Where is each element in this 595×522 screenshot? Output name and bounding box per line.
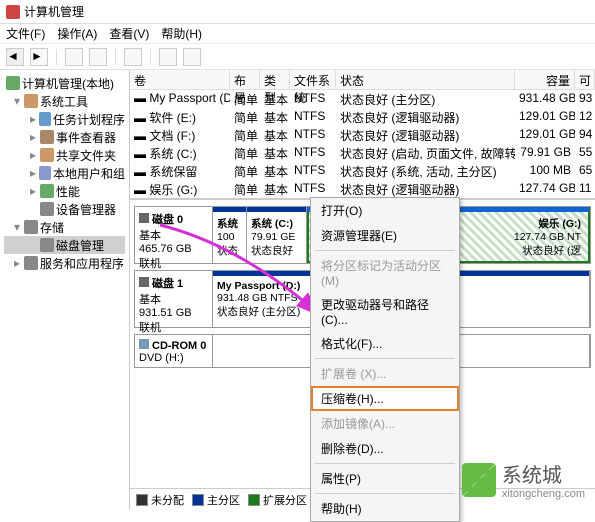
tree-event-viewer[interactable]: ▸事件查看器 xyxy=(4,128,125,146)
volume-row[interactable]: ▬ 系统保留简单基本NTFS状态良好 (系统, 活动, 主分区)100 MB65 xyxy=(130,162,595,180)
partition-system-reserved[interactable]: 系统100状态 xyxy=(213,207,247,263)
ctx-mark-active: 将分区标记为活动分区(M) xyxy=(311,253,459,292)
cdrom-label[interactable]: CD-ROM 0 DVD (H:) xyxy=(135,335,213,367)
cdrom-icon xyxy=(139,339,149,349)
ctx-change-letter[interactable]: 更改驱动器号和路径(C)... xyxy=(311,292,459,331)
tree-storage[interactable]: ▾存储 xyxy=(4,218,125,236)
ctx-format[interactable]: 格式化(F)... xyxy=(311,331,459,356)
col-type[interactable]: 类型 xyxy=(260,70,290,89)
col-layout[interactable]: 布局 xyxy=(230,70,260,89)
back-icon[interactable]: ◄ xyxy=(6,48,24,66)
col-volume[interactable]: 卷 xyxy=(130,70,230,89)
col-status[interactable]: 状态 xyxy=(336,70,515,89)
ctx-explorer[interactable]: 资源管理器(E) xyxy=(311,223,459,248)
help-icon[interactable] xyxy=(124,48,142,66)
tree-root[interactable]: 计算机管理(本地) xyxy=(4,74,125,92)
ctx-properties[interactable]: 属性(P) xyxy=(311,466,459,491)
partition-c[interactable]: 系统 (C:)79.91 GE状态良好 xyxy=(247,207,307,263)
volume-table: 卷 布局 类型 文件系统 状态 容量 可 ▬ My Passport (D:)简… xyxy=(130,70,595,199)
app-icon xyxy=(6,5,20,19)
tree-device-manager[interactable]: 设备管理器 xyxy=(4,200,125,218)
menubar: 文件(F) 操作(A) 查看(V) 帮助(H) xyxy=(0,24,595,44)
toolbar: ◄ ► xyxy=(0,44,595,70)
col-filesystem[interactable]: 文件系统 xyxy=(290,70,336,89)
forward-icon[interactable]: ► xyxy=(30,48,48,66)
view-list-icon[interactable] xyxy=(159,48,177,66)
tree-shared-folders[interactable]: ▸共享文件夹 xyxy=(4,146,125,164)
menu-action[interactable]: 操作(A) xyxy=(57,25,97,42)
volume-row[interactable]: ▬ 文档 (F:)简单基本NTFS状态良好 (逻辑驱动器)129.01 GB94 xyxy=(130,126,595,144)
refresh-icon[interactable] xyxy=(65,48,83,66)
menu-file[interactable]: 文件(F) xyxy=(6,25,45,42)
col-capacity[interactable]: 容量 xyxy=(515,70,575,89)
watermark: 系统城 xitongcheng.com xyxy=(462,459,585,500)
grid-icon[interactable] xyxy=(89,48,107,66)
watermark-logo-icon xyxy=(462,463,496,497)
ctx-extend: 扩展卷 (X)... xyxy=(311,361,459,386)
volume-row[interactable]: ▬ 系统 (C:)简单基本NTFS状态良好 (启动, 页面文件, 故障转储, 主… xyxy=(130,144,595,162)
legend-extended: 扩展分区 xyxy=(248,492,307,508)
menu-help[interactable]: 帮助(H) xyxy=(161,25,202,42)
tree-performance[interactable]: ▸性能 xyxy=(4,182,125,200)
watermark-brand: 系统城 xyxy=(502,459,585,488)
ctx-add-mirror: 添加镜像(A)... xyxy=(311,411,459,436)
context-menu: 打开(O) 资源管理器(E) 将分区标记为活动分区(M) 更改驱动器号和路径(C… xyxy=(310,197,460,522)
ctx-open[interactable]: 打开(O) xyxy=(311,198,459,223)
disk-icon xyxy=(139,277,149,287)
menu-view[interactable]: 查看(V) xyxy=(109,25,149,42)
nav-tree: 计算机管理(本地) ▾系统工具 ▸任务计划程序 ▸事件查看器 ▸共享文件夹 ▸本… xyxy=(0,70,130,510)
ctx-delete[interactable]: 删除卷(D)... xyxy=(311,436,459,461)
volume-row[interactable]: ▬ 软件 (E:)简单基本NTFS状态良好 (逻辑驱动器)129.01 GB12 xyxy=(130,108,595,126)
watermark-url: xitongcheng.com xyxy=(502,488,585,500)
col-free[interactable]: 可 xyxy=(575,70,595,89)
legend-unallocated: 未分配 xyxy=(136,492,184,508)
tree-disk-management[interactable]: 磁盘管理 xyxy=(4,236,125,254)
tree-services[interactable]: ▸服务和应用程序 xyxy=(4,254,125,272)
window-title: 计算机管理 xyxy=(24,3,84,20)
ctx-shrink-highlighted[interactable]: 压缩卷(H)... xyxy=(311,386,459,411)
titlebar: 计算机管理 xyxy=(0,0,595,24)
disk-icon xyxy=(139,213,149,223)
ctx-help[interactable]: 帮助(H) xyxy=(311,496,459,521)
volume-row[interactable]: ▬ My Passport (D:)简单基本NTFS状态良好 (主分区)931.… xyxy=(130,90,595,108)
volume-header: 卷 布局 类型 文件系统 状态 容量 可 xyxy=(130,70,595,90)
view-bottom-icon[interactable] xyxy=(183,48,201,66)
disk-1-label[interactable]: 磁盘 1 基本 931.51 GB 联机 xyxy=(135,271,213,327)
legend-primary: 主分区 xyxy=(192,492,240,508)
tree-system-tools[interactable]: ▾系统工具 xyxy=(4,92,125,110)
disk-0-label[interactable]: 磁盘 0 基本 465.76 GB 联机 xyxy=(135,207,213,263)
tree-local-users[interactable]: ▸本地用户和组 xyxy=(4,164,125,182)
volume-row[interactable]: ▬ 娱乐 (G:)简单基本NTFS状态良好 (逻辑驱动器)127.74 GB11 xyxy=(130,180,595,198)
tree-task-scheduler[interactable]: ▸任务计划程序 xyxy=(4,110,125,128)
